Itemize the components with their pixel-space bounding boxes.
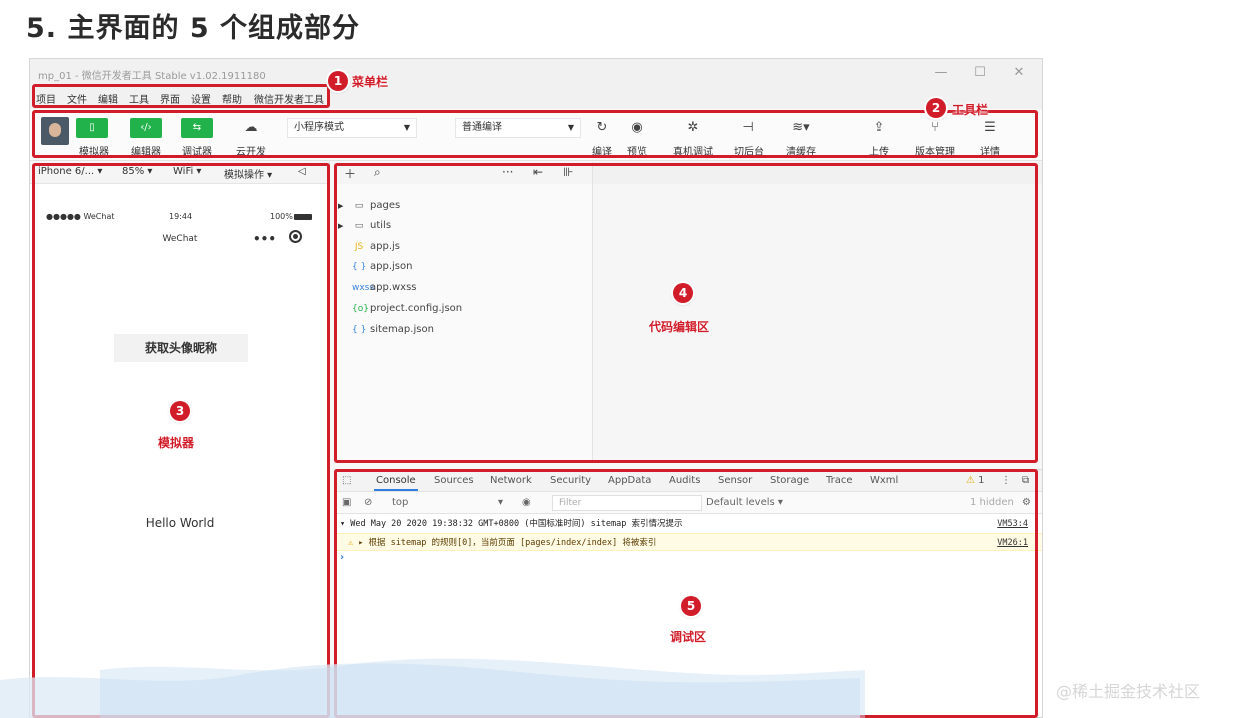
title-bar: mp_01 - 微信开发者工具 Stable v1.02.1911180 — ☐… [30,59,1042,87]
annotation-label-menu: 菜单栏 [352,75,389,89]
annotation-box-menu [32,84,330,108]
annotation-badge-5: 5 [681,596,701,616]
maximize-button[interactable]: ☐ [965,63,995,83]
slide-title: 5. 主界面的 5 个组成部分 [26,13,361,44]
annotation-label-debug: 调试区 [670,630,707,644]
annotation-label-toolbar: 工具栏 [952,103,989,117]
annotation-badge-1: 1 [328,71,348,91]
annotation-box-editor [334,163,1038,463]
annotation-badge-2: 2 [926,98,946,118]
annotation-badge-3: 3 [170,401,190,421]
annotation-label-editor: 代码编辑区 [649,320,710,334]
close-button[interactable]: ✕ [1004,63,1034,83]
slide: 5. 主界面的 5 个组成部分 mp_01 - 微信开发者工具 Stable v… [0,0,1236,718]
minimize-button[interactable]: — [926,63,956,83]
annotation-badge-4: 4 [673,283,693,303]
watermark: @稀土掘金技术社区 [1056,682,1201,701]
annotation-label-simulator: 模拟器 [158,436,195,450]
window-title: mp_01 - 微信开发者工具 Stable v1.02.1911180 [38,71,266,82]
annotation-box-toolbar [32,110,1038,158]
annotation-box-debug [334,469,1038,718]
